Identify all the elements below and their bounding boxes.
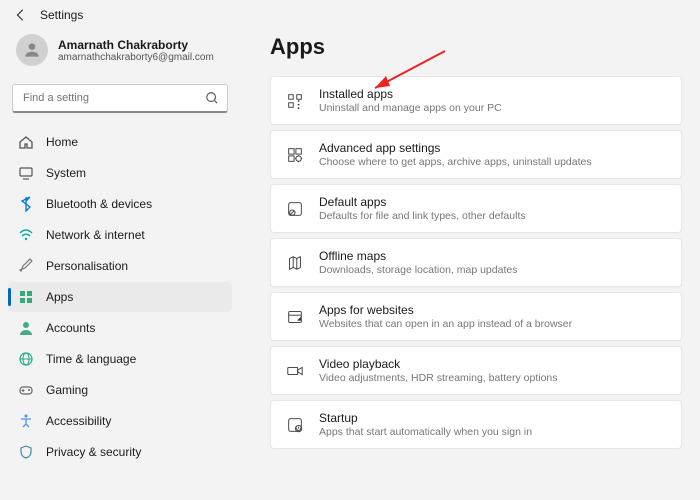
- card-advanced-app-settings[interactable]: Advanced app settingsChoose where to get…: [270, 130, 682, 179]
- access-icon: [18, 413, 34, 429]
- card-startup[interactable]: StartupApps that start automatically whe…: [270, 400, 682, 449]
- sidebar-item-home[interactable]: Home: [8, 127, 232, 157]
- profile-name: Amarnath Chakraborty: [58, 38, 214, 52]
- sidebar-item-gaming[interactable]: Gaming: [8, 375, 232, 405]
- wifi-icon: [18, 227, 34, 243]
- bluetooth-icon: [18, 196, 34, 212]
- sidebar-item-label: Home: [46, 135, 78, 149]
- video-icon: [285, 361, 305, 381]
- sidebar-item-bluetooth-devices[interactable]: Bluetooth & devices: [8, 189, 232, 219]
- card-desc: Choose where to get apps, archive apps, …: [319, 156, 592, 168]
- titlebar: Settings: [0, 0, 700, 30]
- sidebar-item-personalisation[interactable]: Personalisation: [8, 251, 232, 281]
- card-title: Startup: [319, 411, 532, 425]
- page-title: Apps: [270, 34, 682, 60]
- card-default-apps[interactable]: Default appsDefaults for file and link t…: [270, 184, 682, 233]
- sidebar-item-network-internet[interactable]: Network & internet: [8, 220, 232, 250]
- main-panel: Apps Installed appsUninstall and manage …: [240, 30, 700, 500]
- card-apps-for-websites[interactable]: Apps for websitesWebsites that can open …: [270, 292, 682, 341]
- sidebar-item-label: Privacy & security: [46, 445, 141, 459]
- card-title: Default apps: [319, 195, 526, 209]
- advanced-icon: [285, 145, 305, 165]
- sidebar-item-label: Bluetooth & devices: [46, 197, 152, 211]
- sidebar-item-label: System: [46, 166, 86, 180]
- sidebar-item-accessibility[interactable]: Accessibility: [8, 406, 232, 436]
- sidebar-item-privacy-security[interactable]: Privacy & security: [8, 437, 232, 467]
- sidebar-item-label: Apps: [46, 290, 73, 304]
- globe-icon: [18, 351, 34, 367]
- window-title: Settings: [40, 8, 83, 22]
- profile-email: amarnathchakraborty6@gmail.com: [58, 52, 214, 63]
- card-offline-maps[interactable]: Offline mapsDownloads, storage location,…: [270, 238, 682, 287]
- gaming-icon: [18, 382, 34, 398]
- sidebar-item-label: Time & language: [46, 352, 136, 366]
- card-desc: Defaults for file and link types, other …: [319, 210, 526, 222]
- card-list: Installed appsUninstall and manage apps …: [270, 76, 682, 449]
- sidebar-item-label: Accessibility: [46, 414, 111, 428]
- sidebar-item-label: Gaming: [46, 383, 88, 397]
- avatar-icon: [16, 34, 48, 66]
- card-desc: Uninstall and manage apps on your PC: [319, 102, 502, 114]
- search-input[interactable]: [21, 86, 205, 110]
- person-icon: [18, 320, 34, 336]
- card-desc: Video adjustments, HDR streaming, batter…: [319, 372, 558, 384]
- search-box[interactable]: [12, 84, 228, 113]
- system-icon: [18, 165, 34, 181]
- sidebar: Amarnath Chakraborty amarnathchakraborty…: [0, 30, 240, 500]
- profile-block[interactable]: Amarnath Chakraborty amarnathchakraborty…: [8, 30, 232, 76]
- card-title: Advanced app settings: [319, 141, 592, 155]
- maps-icon: [285, 253, 305, 273]
- nav-list: Home System Bluetooth & devices Network & i…: [8, 127, 232, 467]
- sidebar-item-label: Network & internet: [46, 228, 145, 242]
- card-video-playback[interactable]: Video playbackVideo adjustments, HDR str…: [270, 346, 682, 395]
- home-icon: [18, 134, 34, 150]
- default-icon: [285, 199, 305, 219]
- card-desc: Downloads, storage location, map updates: [319, 264, 517, 276]
- card-title: Apps for websites: [319, 303, 572, 317]
- installed-icon: [285, 91, 305, 111]
- card-desc: Websites that can open in an app instead…: [319, 318, 572, 330]
- card-desc: Apps that start automatically when you s…: [319, 426, 532, 438]
- startup-icon: [285, 415, 305, 435]
- back-icon[interactable]: [14, 8, 28, 22]
- sidebar-item-label: Personalisation: [46, 259, 128, 273]
- shield-icon: [18, 444, 34, 460]
- card-installed-apps[interactable]: Installed appsUninstall and manage apps …: [270, 76, 682, 125]
- card-title: Video playback: [319, 357, 558, 371]
- sidebar-item-apps[interactable]: Apps: [8, 282, 232, 312]
- sidebar-item-label: Accounts: [46, 321, 95, 335]
- apps-icon: [18, 289, 34, 305]
- sidebar-item-accounts[interactable]: Accounts: [8, 313, 232, 343]
- card-title: Offline maps: [319, 249, 517, 263]
- search-icon: [205, 91, 219, 105]
- sidebar-item-system[interactable]: System: [8, 158, 232, 188]
- websites-icon: [285, 307, 305, 327]
- brush-icon: [18, 258, 34, 274]
- card-title: Installed apps: [319, 87, 502, 101]
- sidebar-item-time-language[interactable]: Time & language: [8, 344, 232, 374]
